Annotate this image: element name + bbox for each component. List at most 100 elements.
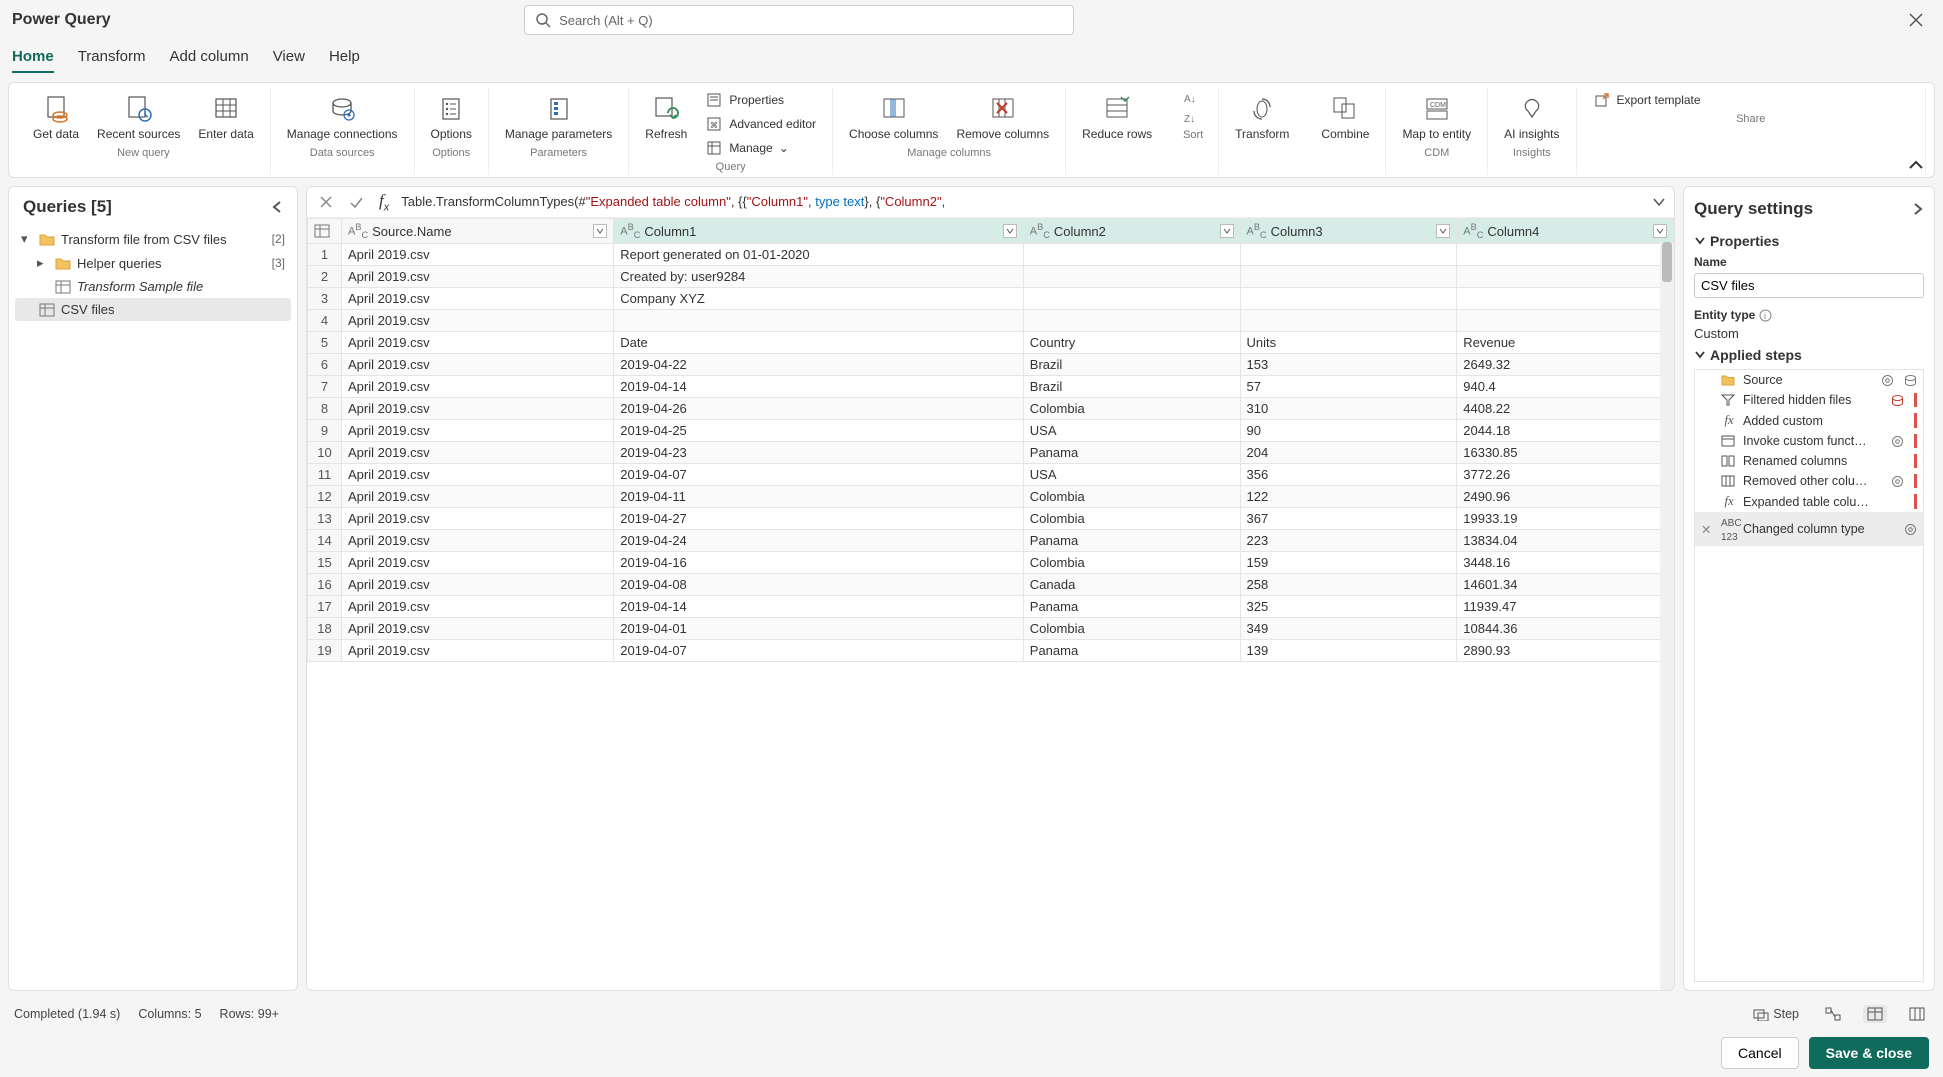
manage-parameters-button[interactable]: Manage parameters [499, 89, 618, 145]
cell[interactable]: 2019-04-26 [614, 398, 1024, 420]
cell[interactable]: Brazil [1023, 354, 1240, 376]
cell[interactable] [1457, 310, 1674, 332]
cell[interactable] [1240, 288, 1457, 310]
cell[interactable]: April 2019.csv [342, 574, 614, 596]
cell[interactable]: Report generated on 01-01-2020 [614, 244, 1024, 266]
query-item[interactable]: ▾ Transform file from CSV files[2] [15, 227, 291, 251]
cell[interactable]: Panama [1023, 442, 1240, 464]
cell[interactable]: 2019-04-22 [614, 354, 1024, 376]
cell[interactable]: 367 [1240, 508, 1457, 530]
table-row[interactable]: 14April 2019.csv2019-04-24Panama22313834… [308, 530, 1674, 552]
cell[interactable]: 2019-04-07 [614, 640, 1024, 662]
properties-section-header[interactable]: Properties [1694, 233, 1924, 249]
cell[interactable]: Colombia [1023, 552, 1240, 574]
remove-columns-button[interactable]: Remove columns [950, 89, 1055, 145]
cell[interactable]: 2019-04-07 [614, 464, 1024, 486]
cell[interactable]: Panama [1023, 640, 1240, 662]
step-settings-button[interactable] [1891, 435, 1904, 448]
cell[interactable] [614, 310, 1024, 332]
cell[interactable]: 2019-04-14 [614, 596, 1024, 618]
manage-button[interactable]: Manage ⌄ [699, 137, 822, 159]
table-corner[interactable] [308, 219, 342, 244]
step-settings-button[interactable] [1891, 475, 1904, 488]
tab-home[interactable]: Home [12, 40, 54, 73]
column-header[interactable]: ABCColumn3 [1240, 219, 1457, 244]
options-button[interactable]: Options [425, 89, 478, 145]
cell[interactable] [1023, 288, 1240, 310]
scrollbar-thumb[interactable] [1662, 242, 1672, 282]
cell[interactable]: April 2019.csv [342, 464, 614, 486]
cell[interactable]: Country [1023, 332, 1240, 354]
get-data-button[interactable]: Get data [27, 89, 85, 145]
properties-button[interactable]: Properties [699, 89, 822, 111]
cell[interactable]: April 2019.csv [342, 596, 614, 618]
cell[interactable]: 2019-04-23 [614, 442, 1024, 464]
column-filter-button[interactable] [1653, 224, 1667, 238]
query-item[interactable]: Transform Sample file [15, 275, 291, 298]
search-input[interactable]: Search (Alt + Q) [524, 5, 1074, 35]
cell[interactable]: Date [614, 332, 1024, 354]
cell[interactable]: 356 [1240, 464, 1457, 486]
column-header[interactable]: ABCColumn4 [1457, 219, 1674, 244]
close-button[interactable] [1901, 9, 1931, 31]
column-filter-button[interactable] [1003, 224, 1017, 238]
cell[interactable]: Created by: user9284 [614, 266, 1024, 288]
cell[interactable]: Panama [1023, 530, 1240, 552]
cell[interactable]: Units [1240, 332, 1457, 354]
cell[interactable]: 3448.16 [1457, 552, 1674, 574]
cell[interactable]: April 2019.csv [342, 266, 614, 288]
applied-step[interactable]: Source [1695, 370, 1923, 390]
cell[interactable]: April 2019.csv [342, 288, 614, 310]
cell[interactable]: April 2019.csv [342, 244, 614, 266]
cell[interactable]: 153 [1240, 354, 1457, 376]
cell[interactable] [1023, 266, 1240, 288]
cell[interactable]: 139 [1240, 640, 1457, 662]
cell[interactable]: April 2019.csv [342, 332, 614, 354]
cell[interactable] [1240, 266, 1457, 288]
cell[interactable]: 57 [1240, 376, 1457, 398]
cell[interactable]: 2890.93 [1457, 640, 1674, 662]
column-filter-button[interactable] [1220, 224, 1234, 238]
cell[interactable] [1240, 310, 1457, 332]
cell[interactable]: April 2019.csv [342, 420, 614, 442]
cell[interactable]: 2019-04-11 [614, 486, 1024, 508]
cell[interactable]: 204 [1240, 442, 1457, 464]
sort-asc-button[interactable]: A↓ [1178, 89, 1208, 107]
cell[interactable]: 90 [1240, 420, 1457, 442]
table-row[interactable]: 8April 2019.csv2019-04-26Colombia3104408… [308, 398, 1674, 420]
formula-cancel-button[interactable] [315, 195, 337, 209]
applied-step[interactable]: fxExpanded table colu… [1695, 491, 1923, 512]
table-row[interactable]: 17April 2019.csv2019-04-14Panama32511939… [308, 596, 1674, 618]
applied-step[interactable]: Renamed columns [1695, 451, 1923, 471]
table-row[interactable]: 13April 2019.csv2019-04-27Colombia367199… [308, 508, 1674, 530]
cancel-button[interactable]: Cancel [1721, 1037, 1799, 1069]
query-item[interactable]: ▸ Helper queries[3] [15, 251, 291, 275]
cell[interactable]: Panama [1023, 596, 1240, 618]
cell[interactable]: 2490.96 [1457, 486, 1674, 508]
step-settings-button[interactable] [1881, 374, 1894, 387]
cell[interactable]: 2044.18 [1457, 420, 1674, 442]
table-row[interactable]: 16April 2019.csv2019-04-08Canada25814601… [308, 574, 1674, 596]
table-row[interactable]: 10April 2019.csv2019-04-23Panama20416330… [308, 442, 1674, 464]
transform-button[interactable]: Transform [1229, 89, 1295, 145]
query-item[interactable]: CSV files [15, 298, 291, 321]
combine-button[interactable]: Combine [1315, 89, 1375, 145]
save-close-button[interactable]: Save & close [1809, 1037, 1929, 1069]
table-row[interactable]: 9April 2019.csv2019-04-25USA902044.18 [308, 420, 1674, 442]
query-name-input[interactable] [1694, 273, 1924, 298]
formula-expand-button[interactable] [1652, 197, 1666, 207]
enter-data-button[interactable]: Enter data [192, 89, 259, 145]
cell[interactable] [1457, 244, 1674, 266]
cell[interactable]: 349 [1240, 618, 1457, 640]
table-row[interactable]: 19April 2019.csv2019-04-07Panama1392890.… [308, 640, 1674, 662]
cell[interactable]: Brazil [1023, 376, 1240, 398]
cell[interactable]: 11939.47 [1457, 596, 1674, 618]
column-filter-button[interactable] [593, 224, 607, 238]
cell[interactable]: 310 [1240, 398, 1457, 420]
table-row[interactable]: 2April 2019.csvCreated by: user9284 [308, 266, 1674, 288]
step-extra-icon[interactable] [1891, 394, 1904, 407]
delete-step-button[interactable]: ✕ [1701, 522, 1715, 537]
cell[interactable]: 2019-04-24 [614, 530, 1024, 552]
cell[interactable]: 13834.04 [1457, 530, 1674, 552]
cell[interactable]: 223 [1240, 530, 1457, 552]
